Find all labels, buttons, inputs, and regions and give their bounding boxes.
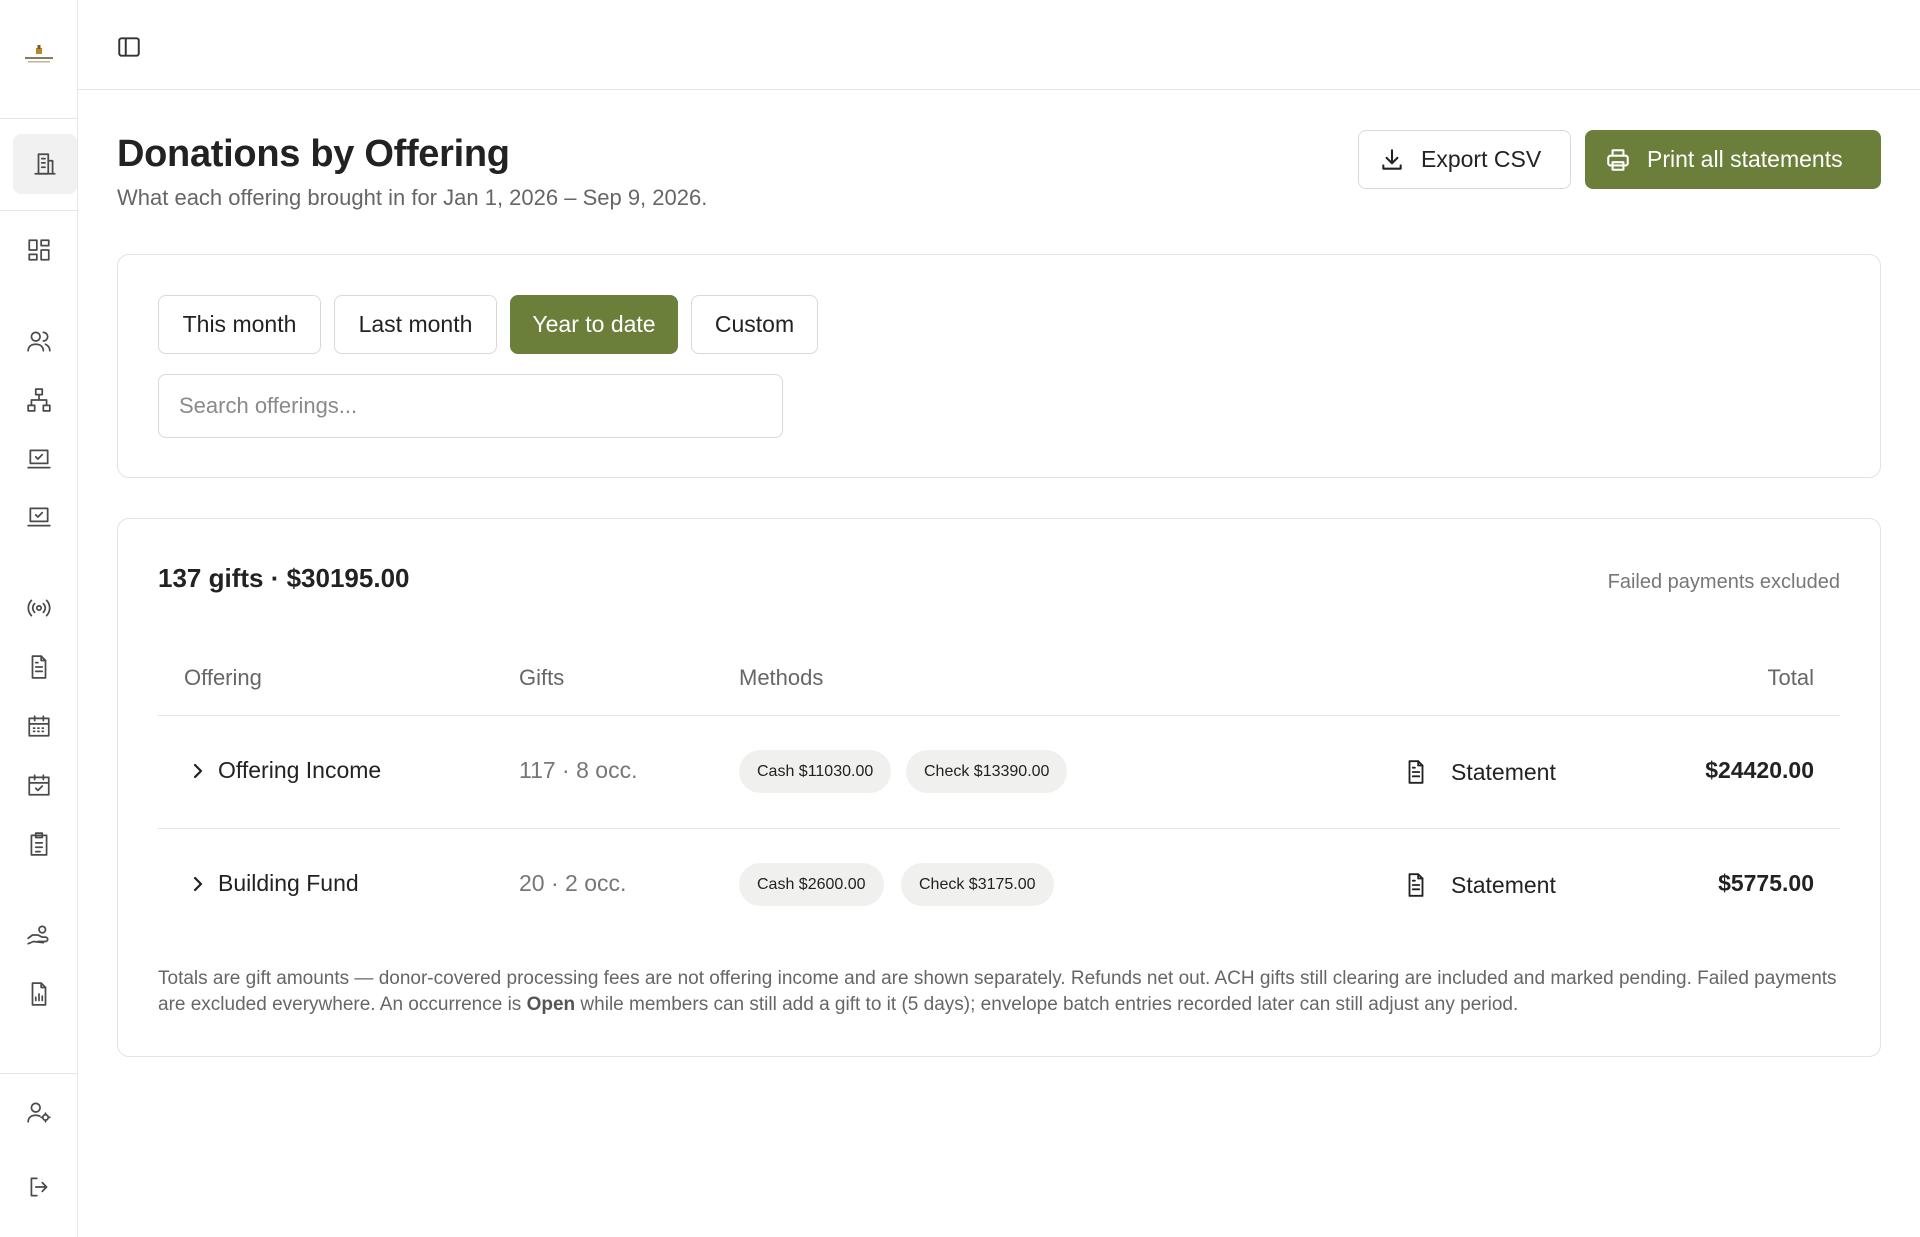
statement-button[interactable]: Statement — [1403, 865, 1556, 905]
sidebar-item-groups[interactable] — [20, 381, 58, 419]
top-bar — [78, 0, 1920, 90]
hand-coin-icon — [27, 925, 49, 945]
method-tag-cash: Cash $11030.00 — [739, 750, 892, 793]
sidebar-toggle-button[interactable] — [114, 32, 144, 62]
printer-icon — [1607, 148, 1629, 171]
offering-name: Offering Income — [218, 757, 382, 783]
method-tag-check: Check $13390.00 — [906, 750, 1068, 793]
footnote-text-2: while members can still add a gift to it… — [575, 994, 1519, 1015]
column-header-gifts[interactable]: Gifts — [519, 665, 564, 691]
range-this-month-button[interactable]: This month — [158, 295, 321, 354]
method-tag-check: Check $3175.00 — [901, 863, 1054, 906]
building-icon — [34, 153, 56, 175]
sidebar-item-account[interactable] — [20, 1093, 58, 1131]
sidebar-divider — [0, 1073, 77, 1074]
sidebar-item-people[interactable] — [20, 322, 58, 360]
laptop-check-icon — [27, 449, 51, 469]
sidebar-item-tasks[interactable] — [20, 825, 58, 863]
sidebar-item-organization[interactable] — [13, 134, 77, 194]
hierarchy-icon — [27, 388, 51, 412]
method-tag-cash: Cash $2600.00 — [739, 863, 884, 906]
print-all-statements-label: Print all statements — [1647, 146, 1843, 172]
chevron-right-icon — [193, 763, 203, 779]
range-last-month-button[interactable]: Last month — [334, 295, 497, 354]
summary-title: 137 gifts · $30195.00 — [158, 563, 410, 593]
statement-button[interactable]: Statement — [1403, 752, 1556, 792]
offering-total: $24420.00 — [1705, 757, 1814, 783]
failed-payments-note: Failed payments excluded — [1607, 571, 1840, 593]
download-icon — [1382, 148, 1402, 170]
export-csv-label: Export CSV — [1421, 146, 1542, 172]
document-icon — [31, 655, 47, 679]
sidebar-item-checkins[interactable] — [20, 440, 58, 478]
column-header-offering[interactable]: Offering — [184, 665, 262, 691]
laptop-check-icon — [27, 507, 51, 527]
print-all-statements-button[interactable]: Print all statements — [1585, 130, 1881, 189]
sidebar-item-documents[interactable] — [20, 648, 58, 686]
gifts-count: 117 · 8 occ. — [519, 757, 638, 783]
user-settings-icon — [27, 1102, 51, 1123]
sidebar-item-calendar[interactable] — [20, 707, 58, 745]
expand-chevron-button[interactable] — [186, 872, 210, 896]
footnote-open-term: Open — [526, 994, 576, 1015]
expand-chevron-button[interactable] — [186, 759, 210, 783]
sidebar — [0, 0, 78, 1237]
range-custom-button[interactable]: Custom — [691, 295, 818, 354]
sidebar-item-giving[interactable] — [20, 916, 58, 954]
sidebar-divider — [0, 118, 77, 119]
sidebar-item-events[interactable] — [20, 766, 58, 804]
table-row[interactable]: Offering Income 117 · 8 occ. Cash $11030… — [158, 716, 1840, 828]
column-header-methods[interactable]: Methods — [739, 665, 823, 691]
totals-footnote: Totals are gift amounts — donor-covered … — [158, 966, 1848, 1018]
calendar-icon — [28, 715, 50, 737]
church-logo[interactable] — [22, 44, 56, 70]
sidebar-item-broadcast[interactable] — [20, 589, 58, 627]
sidebar-divider — [0, 210, 77, 211]
report-chart-icon — [31, 982, 47, 1006]
page-title: Donations by Offering — [117, 133, 510, 175]
users-icon — [27, 331, 51, 352]
table-row[interactable]: Building Fund 20 · 2 occ. Cash $2600.00 … — [158, 829, 1840, 941]
gifts-count: 20 · 2 occ. — [519, 870, 627, 896]
statement-label: Statement — [1451, 758, 1556, 785]
offering-name: Building Fund — [218, 870, 359, 896]
document-icon — [1408, 873, 1424, 897]
export-csv-button[interactable]: Export CSV — [1358, 130, 1571, 189]
sidebar-item-checkins-2[interactable] — [20, 498, 58, 536]
statement-label: Statement — [1451, 871, 1556, 898]
offerings-summary-card: 137 gifts · $30195.00 Failed payments ex… — [117, 518, 1881, 1057]
logout-icon — [30, 1177, 48, 1197]
document-icon — [1408, 760, 1424, 784]
sidebar-item-reports[interactable] — [20, 975, 58, 1013]
filter-card: This month Last month Year to date Custo… — [117, 254, 1881, 478]
search-offerings-input[interactable] — [158, 374, 783, 438]
sidebar-toggle-icon — [118, 37, 140, 57]
calendar-check-icon — [28, 774, 50, 796]
broadcast-icon — [27, 599, 51, 617]
offering-total: $5775.00 — [1718, 870, 1814, 896]
dashboard-grid-icon — [28, 239, 50, 261]
range-year-to-date-button[interactable]: Year to date — [510, 295, 678, 354]
column-header-total[interactable]: Total — [1768, 665, 1814, 691]
page-subtitle: What each offering brought in for Jan 1,… — [117, 185, 708, 210]
chevron-right-icon — [193, 876, 203, 892]
sidebar-item-dashboard[interactable] — [20, 231, 58, 269]
clipboard-icon — [30, 832, 48, 856]
sidebar-item-logout[interactable] — [20, 1168, 58, 1206]
